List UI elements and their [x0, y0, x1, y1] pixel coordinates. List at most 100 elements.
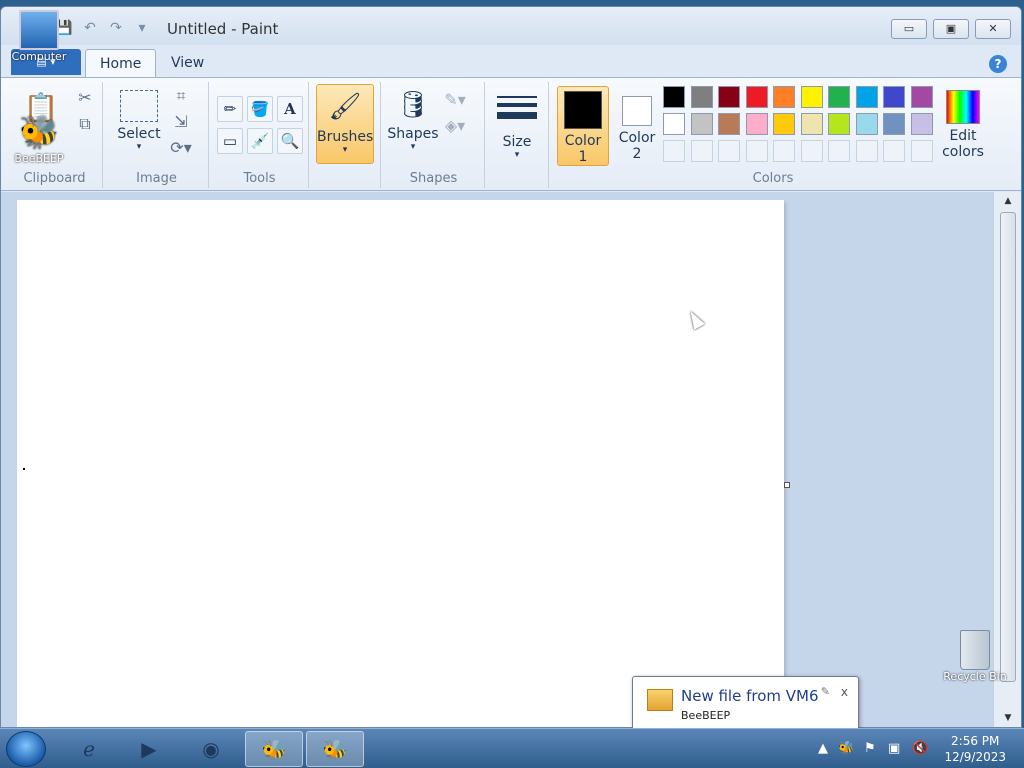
time: 2:56 PM	[951, 734, 1000, 748]
drawing-canvas[interactable]	[17, 200, 784, 727]
beebeep-tray-icon[interactable]: 🐝	[838, 741, 854, 756]
palette-swatch[interactable]	[828, 113, 850, 135]
tab-view[interactable]: View	[157, 49, 218, 77]
image-group: Select ▾ ⌗ ⇲ ⟳▾ Image	[105, 82, 209, 188]
outline-icon[interactable]: ✎▾	[443, 88, 467, 112]
rainbow-icon	[946, 90, 980, 124]
notification-popup[interactable]: New file from VM6 BeeBEEP ✎ x	[632, 676, 859, 730]
palette-swatch[interactable]	[690, 113, 713, 135]
scroll-up-icon[interactable]: ▲	[1002, 196, 1014, 208]
rotate-icon[interactable]: ⟳▾	[169, 136, 193, 160]
color-picker-icon[interactable]: 💉	[247, 128, 273, 154]
colors-label: Colors	[752, 171, 794, 186]
palette-swatch[interactable]	[855, 86, 878, 108]
pencil-icon[interactable]: ✏	[217, 96, 243, 122]
palette-swatch[interactable]	[663, 86, 685, 108]
tab-home[interactable]: Home	[85, 49, 157, 77]
desktop-icon-recycle-bin[interactable]: Recycle Bin	[942, 630, 1008, 683]
media-player-icon[interactable]: ▶	[120, 731, 178, 767]
canvas-resize-handle[interactable]	[784, 482, 790, 488]
palette-swatch[interactable]	[745, 86, 768, 108]
notification-close-button[interactable]: x	[841, 685, 848, 699]
beebeep-taskbar-icon[interactable]: 🐝	[245, 731, 303, 767]
palette-swatch[interactable]	[718, 113, 740, 135]
mail-icon	[647, 689, 673, 711]
text-icon[interactable]: A	[277, 96, 303, 122]
ribbon: 📋 ✂ ⧉ Clipboard Select ▾ ⌗ ⇲ ⟳▾ Image ✏ …	[1, 77, 1021, 191]
action-center-icon[interactable]: ⚑	[864, 741, 876, 756]
undo-icon[interactable]: ↶	[81, 19, 99, 37]
palette-swatch[interactable]	[800, 113, 823, 135]
desktop-icon-computer[interactable]: Computer	[8, 10, 70, 63]
colors-group: Color 1 Color 2 Edit colors Colors	[553, 82, 993, 188]
custom-swatch-empty[interactable]	[855, 140, 878, 162]
clock[interactable]: 2:56 PM 12/9/2023	[944, 733, 1006, 765]
magnifier-icon[interactable]: 🔍	[277, 128, 303, 154]
copy-icon[interactable]: ⧉	[73, 112, 97, 136]
ribbon-tabs: ▤ ▾ Home View ?	[1, 45, 1021, 77]
fill-icon[interactable]: 🪣	[247, 96, 273, 122]
close-button[interactable]: ✕	[975, 19, 1011, 39]
custom-swatch-empty[interactable]	[800, 140, 823, 162]
shapes-label: Shapes	[409, 171, 458, 186]
custom-swatch-empty[interactable]	[663, 140, 685, 162]
eraser-icon[interactable]: ▭	[217, 128, 243, 154]
customize-qat-icon[interactable]: ▾	[133, 19, 151, 37]
custom-swatch-empty[interactable]	[828, 140, 850, 162]
custom-swatch-empty[interactable]	[883, 140, 905, 162]
canvas-dot	[23, 468, 25, 470]
select-icon	[120, 90, 158, 122]
maximize-button[interactable]: ▣	[933, 19, 969, 39]
select-button[interactable]: Select ▾	[113, 90, 165, 152]
palette-swatch[interactable]	[745, 113, 768, 135]
color2-label-a: Color	[618, 130, 656, 146]
size-button[interactable]: Size ▾	[493, 92, 541, 160]
palette-swatch[interactable]	[663, 113, 685, 135]
cut-icon[interactable]: ✂	[73, 86, 97, 110]
show-hidden-icons-icon[interactable]: ▲	[818, 741, 828, 756]
help-icon[interactable]: ?	[989, 55, 1007, 73]
palette-swatch[interactable]	[828, 86, 850, 108]
fill-shape-icon[interactable]: ◈▾	[443, 114, 467, 138]
crop-icon[interactable]: ⌗	[169, 84, 193, 108]
volume-icon[interactable]: 🔇	[912, 741, 928, 756]
scroll-down-icon[interactable]: ▼	[1002, 713, 1014, 725]
brushes-button[interactable]: 🖌 Brushes ▾	[316, 84, 374, 164]
paint-taskbar-icon[interactable]: 🐝	[306, 731, 364, 767]
palette-swatch[interactable]	[910, 86, 933, 108]
custom-swatch-empty[interactable]	[718, 140, 740, 162]
palette-swatch[interactable]	[800, 86, 823, 108]
palette-swatch[interactable]	[883, 86, 905, 108]
custom-swatch-empty[interactable]	[910, 140, 933, 162]
palette-swatch[interactable]	[855, 113, 878, 135]
desktop-icon-beebeep[interactable]: 🐝 BeeBEEP	[10, 112, 68, 165]
minimize-button[interactable]: ▭	[891, 19, 927, 39]
start-button[interactable]	[6, 731, 46, 767]
chrome-icon[interactable]: ◉	[182, 731, 240, 767]
shapes-button[interactable]: 🛢 Shapes ▾	[387, 88, 439, 152]
edit-colors-button[interactable]: Edit colors	[937, 86, 989, 160]
custom-swatch-empty[interactable]	[773, 140, 795, 162]
redo-icon[interactable]: ↷	[107, 19, 125, 37]
custom-swatch-empty[interactable]	[745, 140, 768, 162]
settings-icon[interactable]: ✎	[821, 685, 830, 698]
notification-subtitle: BeeBEEP	[681, 709, 731, 722]
custom-swatch-empty[interactable]	[690, 140, 713, 162]
network-icon[interactable]: ▣	[888, 741, 900, 756]
tools-label: Tools	[243, 171, 276, 186]
resize-icon[interactable]: ⇲	[169, 110, 193, 134]
color1-button[interactable]: Color 1	[557, 86, 609, 166]
internet-explorer-icon[interactable]: ℯ	[60, 731, 118, 767]
palette-swatch[interactable]	[773, 113, 795, 135]
palette-swatch[interactable]	[773, 86, 795, 108]
palette-swatch[interactable]	[718, 86, 740, 108]
edit-colors-label-a: Edit	[949, 128, 977, 144]
scroll-thumb[interactable]	[1000, 212, 1016, 682]
palette-swatch[interactable]	[690, 86, 713, 108]
palette-swatch[interactable]	[910, 113, 933, 135]
palette-swatch[interactable]	[883, 113, 905, 135]
tools-group: ✏ 🪣 A ▭ 💉 🔍 Tools	[211, 82, 309, 188]
color1-swatch	[564, 91, 602, 129]
shapes-group: 🛢 Shapes ▾ ✎▾ ◈▾ Shapes	[383, 82, 485, 188]
color2-button[interactable]: Color 2	[611, 86, 663, 166]
